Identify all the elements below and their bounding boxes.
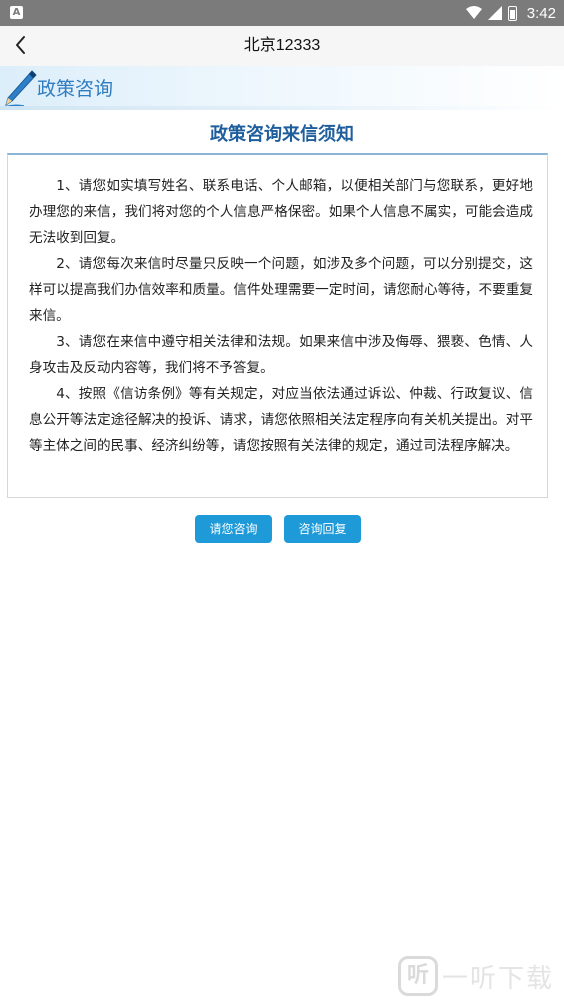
notice-text: 1、请您如实填写姓名、联系电话、个人邮箱，以便相关部门与您联系，更好地办理您的来…	[29, 173, 533, 459]
section-banner: 政策咨询	[0, 66, 564, 110]
pen-icon	[3, 70, 37, 108]
watermark-text: 一听下载	[441, 963, 554, 994]
notice-box: 1、请您如实填写姓名、联系电话、个人邮箱，以便相关部门与您联系，更好地办理您的来…	[7, 153, 548, 498]
notice-paragraph: 4、按照《信访条例》等有关规定，对应当依法通过诉讼、仲裁、行政复议、信息公开等法…	[29, 386, 533, 454]
status-bar: A 3:42	[0, 0, 564, 26]
wifi-icon	[465, 6, 482, 19]
status-time: 3:42	[526, 4, 556, 22]
battery-icon	[507, 5, 517, 21]
section-title: 政策咨询	[37, 78, 114, 100]
notice-paragraph: 1、请您如实填写姓名、联系电话、个人邮箱，以便相关部门与您联系，更好地办理您的来…	[29, 178, 533, 246]
consult-reply-button[interactable]: 咨询回复	[284, 515, 361, 543]
notice-paragraph: 3、请您在来信中遵守相关法律和法规。如果来信中涉及侮辱、猥亵、色情、人身攻击及反…	[29, 334, 533, 376]
status-icons: 3:42	[465, 0, 556, 26]
consult-button[interactable]: 请您咨询	[195, 515, 272, 543]
notice-title: 政策咨询来信须知	[210, 124, 354, 145]
app-title: 北京12333	[243, 37, 321, 54]
signal-icon	[487, 6, 502, 20]
app-bar: 北京12333	[0, 26, 564, 66]
notification-icon: A	[10, 6, 23, 19]
notice-paragraph: 2、请您每次来信时尽量只反映一个问题，如涉及多个问题，可以分别提交，这样可以提高…	[29, 256, 533, 324]
watermark: 听 一听下载	[397, 956, 554, 996]
watermark-logo: 听	[397, 956, 438, 996]
